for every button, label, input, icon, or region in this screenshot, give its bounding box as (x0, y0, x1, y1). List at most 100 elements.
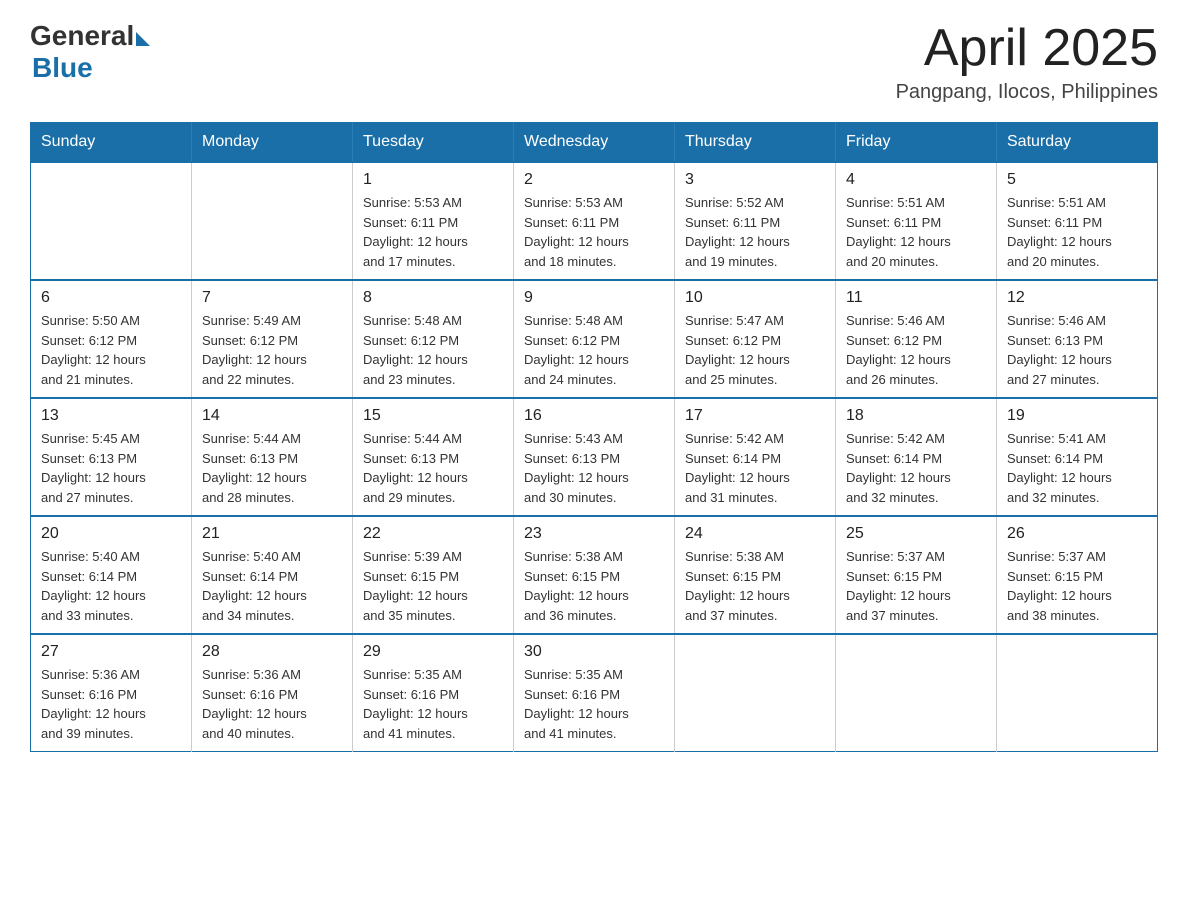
header-cell-tuesday: Tuesday (353, 123, 514, 163)
calendar-cell: 19 Sunrise: 5:41 AM Sunset: 6:14 PM Dayli… (997, 398, 1158, 516)
calendar-header: SundayMondayTuesdayWednesdayThursdayFrid… (31, 123, 1158, 163)
day-number: 4 (846, 171, 986, 189)
calendar-cell: 23 Sunrise: 5:38 AM Sunset: 6:15 PM Dayli… (514, 516, 675, 634)
day-info: Sunrise: 5:53 AM Sunset: 6:11 PM Dayligh… (363, 193, 503, 271)
day-number: 11 (846, 289, 986, 307)
location-subtitle: Pangpang, Ilocos, Philippines (896, 81, 1158, 104)
calendar-cell (997, 634, 1158, 752)
day-info: Sunrise: 5:40 AM Sunset: 6:14 PM Dayligh… (41, 547, 181, 625)
calendar-cell: 25 Sunrise: 5:37 AM Sunset: 6:15 PM Dayli… (836, 516, 997, 634)
day-info: Sunrise: 5:36 AM Sunset: 6:16 PM Dayligh… (41, 665, 181, 743)
header-row: SundayMondayTuesdayWednesdayThursdayFrid… (31, 123, 1158, 163)
logo-general-text: General (30, 20, 134, 52)
day-number: 9 (524, 289, 664, 307)
day-number: 29 (363, 643, 503, 661)
calendar-cell: 26 Sunrise: 5:37 AM Sunset: 6:15 PM Dayli… (997, 516, 1158, 634)
calendar-cell: 4 Sunrise: 5:51 AM Sunset: 6:11 PM Daylig… (836, 162, 997, 280)
calendar-cell: 10Sunrise: 5:47 AM Sunset: 6:12 PM Dayli… (675, 280, 836, 398)
calendar-cell: 3Sunrise: 5:52 AM Sunset: 6:11 PM Daylig… (675, 162, 836, 280)
calendar-cell: 2 Sunrise: 5:53 AM Sunset: 6:11 PM Daylig… (514, 162, 675, 280)
day-info: Sunrise: 5:45 AM Sunset: 6:13 PM Dayligh… (41, 429, 181, 507)
week-row-3: 13 Sunrise: 5:45 AM Sunset: 6:13 PM Dayli… (31, 398, 1158, 516)
day-number: 24 (685, 525, 825, 543)
day-info: Sunrise: 5:49 AM Sunset: 6:12 PM Dayligh… (202, 311, 342, 389)
logo-blue-text: Blue (32, 52, 93, 84)
header-cell-friday: Friday (836, 123, 997, 163)
calendar-cell (675, 634, 836, 752)
day-info: Sunrise: 5:47 AM Sunset: 6:12 PM Dayligh… (685, 311, 825, 389)
header-cell-monday: Monday (192, 123, 353, 163)
logo: General Blue (30, 20, 150, 84)
day-info: Sunrise: 5:38 AM Sunset: 6:15 PM Dayligh… (685, 547, 825, 625)
day-info: Sunrise: 5:51 AM Sunset: 6:11 PM Dayligh… (846, 193, 986, 271)
calendar-cell: 16 Sunrise: 5:43 AM Sunset: 6:13 PM Dayli… (514, 398, 675, 516)
day-info: Sunrise: 5:48 AM Sunset: 6:12 PM Dayligh… (363, 311, 503, 389)
day-number: 22 (363, 525, 503, 543)
day-info: Sunrise: 5:37 AM Sunset: 6:15 PM Dayligh… (846, 547, 986, 625)
day-info: Sunrise: 5:38 AM Sunset: 6:15 PM Dayligh… (524, 547, 664, 625)
page-header: General Blue April 2025 Pangpang, Ilocos… (30, 20, 1158, 104)
calendar-body: 1 Sunrise: 5:53 AM Sunset: 6:11 PM Daylig… (31, 162, 1158, 752)
day-number: 3 (685, 171, 825, 189)
day-number: 18 (846, 407, 986, 425)
day-number: 25 (846, 525, 986, 543)
day-info: Sunrise: 5:46 AM Sunset: 6:13 PM Dayligh… (1007, 311, 1147, 389)
day-info: Sunrise: 5:40 AM Sunset: 6:14 PM Dayligh… (202, 547, 342, 625)
day-number: 28 (202, 643, 342, 661)
header-cell-sunday: Sunday (31, 123, 192, 163)
day-number: 19 (1007, 407, 1147, 425)
calendar-cell: 11 Sunrise: 5:46 AM Sunset: 6:12 PM Dayli… (836, 280, 997, 398)
day-info: Sunrise: 5:48 AM Sunset: 6:12 PM Dayligh… (524, 311, 664, 389)
day-info: Sunrise: 5:36 AM Sunset: 6:16 PM Dayligh… (202, 665, 342, 743)
day-number: 30 (524, 643, 664, 661)
calendar-table: SundayMondayTuesdayWednesdayThursdayFrid… (30, 122, 1158, 752)
calendar-cell: 5 Sunrise: 5:51 AM Sunset: 6:11 PM Daylig… (997, 162, 1158, 280)
calendar-cell: 28 Sunrise: 5:36 AM Sunset: 6:16 PM Dayli… (192, 634, 353, 752)
calendar-cell (31, 162, 192, 280)
header-cell-wednesday: Wednesday (514, 123, 675, 163)
day-info: Sunrise: 5:35 AM Sunset: 6:16 PM Dayligh… (524, 665, 664, 743)
day-number: 5 (1007, 171, 1147, 189)
day-info: Sunrise: 5:53 AM Sunset: 6:11 PM Dayligh… (524, 193, 664, 271)
week-row-2: 6 Sunrise: 5:50 AM Sunset: 6:12 PM Daylig… (31, 280, 1158, 398)
month-year-title: April 2025 (896, 20, 1158, 77)
day-number: 27 (41, 643, 181, 661)
day-number: 16 (524, 407, 664, 425)
calendar-cell: 7Sunrise: 5:49 AM Sunset: 6:12 PM Daylig… (192, 280, 353, 398)
calendar-cell: 20 Sunrise: 5:40 AM Sunset: 6:14 PM Dayli… (31, 516, 192, 634)
calendar-cell (836, 634, 997, 752)
day-number: 14 (202, 407, 342, 425)
day-number: 1 (363, 171, 503, 189)
day-info: Sunrise: 5:43 AM Sunset: 6:13 PM Dayligh… (524, 429, 664, 507)
day-info: Sunrise: 5:35 AM Sunset: 6:16 PM Dayligh… (363, 665, 503, 743)
header-cell-saturday: Saturday (997, 123, 1158, 163)
week-row-4: 20 Sunrise: 5:40 AM Sunset: 6:14 PM Dayli… (31, 516, 1158, 634)
day-number: 12 (1007, 289, 1147, 307)
day-info: Sunrise: 5:44 AM Sunset: 6:13 PM Dayligh… (363, 429, 503, 507)
calendar-cell: 17Sunrise: 5:42 AM Sunset: 6:14 PM Dayli… (675, 398, 836, 516)
day-info: Sunrise: 5:37 AM Sunset: 6:15 PM Dayligh… (1007, 547, 1147, 625)
day-number: 21 (202, 525, 342, 543)
day-info: Sunrise: 5:51 AM Sunset: 6:11 PM Dayligh… (1007, 193, 1147, 271)
day-info: Sunrise: 5:41 AM Sunset: 6:14 PM Dayligh… (1007, 429, 1147, 507)
calendar-cell: 8 Sunrise: 5:48 AM Sunset: 6:12 PM Daylig… (353, 280, 514, 398)
day-info: Sunrise: 5:50 AM Sunset: 6:12 PM Dayligh… (41, 311, 181, 389)
logo-arrow-icon (136, 32, 150, 46)
title-block: April 2025 Pangpang, Ilocos, Philippines (896, 20, 1158, 104)
day-number: 15 (363, 407, 503, 425)
week-row-1: 1 Sunrise: 5:53 AM Sunset: 6:11 PM Daylig… (31, 162, 1158, 280)
calendar-cell: 14Sunrise: 5:44 AM Sunset: 6:13 PM Dayli… (192, 398, 353, 516)
day-info: Sunrise: 5:46 AM Sunset: 6:12 PM Dayligh… (846, 311, 986, 389)
day-info: Sunrise: 5:42 AM Sunset: 6:14 PM Dayligh… (846, 429, 986, 507)
day-number: 13 (41, 407, 181, 425)
calendar-cell: 18 Sunrise: 5:42 AM Sunset: 6:14 PM Dayli… (836, 398, 997, 516)
calendar-cell: 22Sunrise: 5:39 AM Sunset: 6:15 PM Dayli… (353, 516, 514, 634)
calendar-cell: 9 Sunrise: 5:48 AM Sunset: 6:12 PM Daylig… (514, 280, 675, 398)
day-number: 8 (363, 289, 503, 307)
day-number: 26 (1007, 525, 1147, 543)
day-number: 23 (524, 525, 664, 543)
day-number: 6 (41, 289, 181, 307)
day-number: 2 (524, 171, 664, 189)
day-number: 20 (41, 525, 181, 543)
calendar-cell: 24 Sunrise: 5:38 AM Sunset: 6:15 PM Dayli… (675, 516, 836, 634)
